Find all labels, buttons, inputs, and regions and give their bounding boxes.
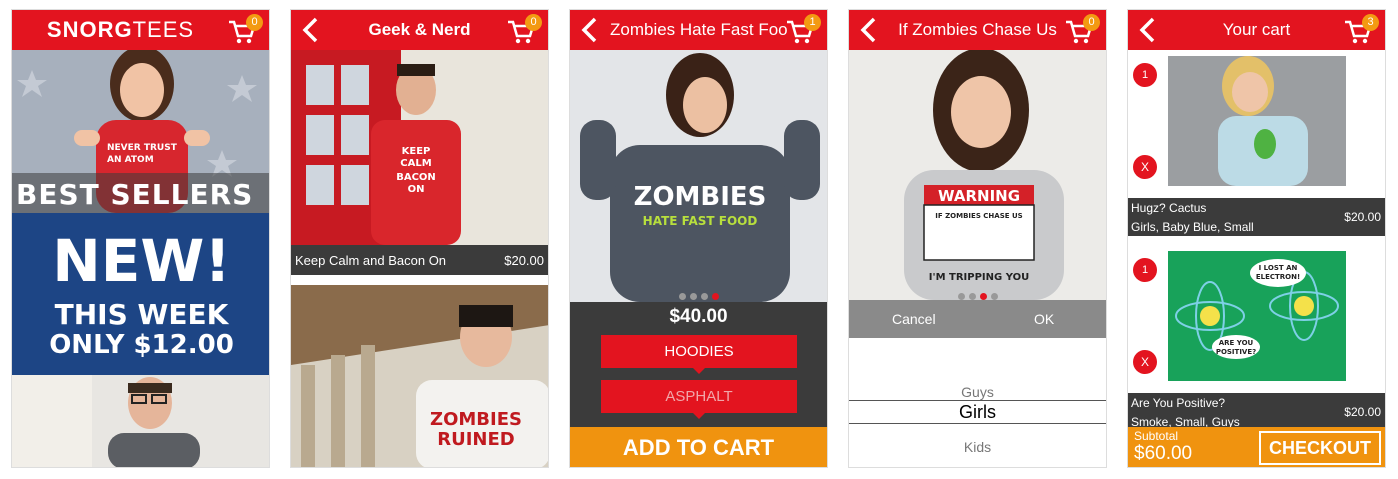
carousel-dot[interactable]	[689, 293, 697, 300]
carousel-dot[interactable]	[990, 293, 998, 300]
picker-toolbar: Cancel OK	[849, 300, 1106, 338]
promo-price: ONLY $12.00	[49, 330, 234, 360]
carousel-dot[interactable]	[968, 293, 976, 300]
cart-item-photo: I LOST AN ELECTRON! ARE YOU POSITIVE?	[1168, 251, 1346, 381]
size-type-picker[interactable]: Guys Girls Kids	[849, 338, 1106, 467]
cart-count-badge: 0	[246, 14, 263, 31]
snorgtees-logo[interactable]: SNORGTEES	[12, 10, 229, 50]
svg-text:ZOMBIES: ZOMBIES	[634, 182, 767, 212]
quantity-badge[interactable]: 1	[1133, 258, 1157, 282]
promo-subline: THIS WEEK	[54, 298, 229, 331]
picker-option[interactable]: Guys	[849, 384, 1106, 400]
checkout-button[interactable]: CHECKOUT	[1259, 431, 1381, 465]
cancel-button[interactable]: Cancel	[892, 311, 936, 327]
svg-text:RUINED: RUINED	[437, 429, 514, 450]
cart-count-badge: 0	[1083, 14, 1100, 31]
product-price: $20.00	[504, 253, 544, 268]
cart-button[interactable]: 3	[1343, 14, 1379, 46]
quantity-badge[interactable]: 1	[1133, 63, 1157, 87]
subtotal-label: Subtotal	[1134, 429, 1179, 443]
product-photo[interactable]: KEEP CALM BACON ON	[291, 50, 548, 245]
cart-button[interactable]: 0	[227, 14, 263, 46]
cart-item-caption: Are You Positive? Smoke, Small, Guys $20…	[1128, 393, 1385, 431]
new-this-week-banner[interactable]: NEW! THIS WEEK ONLY $12.00	[12, 213, 269, 375]
product-caption[interactable]: Keep Calm and Bacon On $20.00	[291, 245, 548, 275]
product-image-carousel[interactable]: WARNING IF ZOMBIES CHASE US I'M TRIPPING…	[849, 50, 1106, 300]
remove-item-button[interactable]: X	[1133, 155, 1157, 179]
style-selector[interactable]: HOODIES	[601, 335, 797, 374]
carousel-dot[interactable]	[957, 293, 965, 300]
cart-item-detail: Girls, Baby Blue, Small	[1131, 220, 1254, 234]
carousel-dot[interactable]	[711, 293, 719, 300]
svg-text:ARE YOU: ARE YOU	[1219, 339, 1254, 347]
app-header: Geek & Nerd 0	[291, 10, 548, 50]
carousel-dot[interactable]	[700, 293, 708, 300]
screen-product-detail: Zombies Hate Fast Food 1 ZOMBIES HATE FA…	[569, 9, 828, 468]
screen-option-picker: If Zombies Chase Us 0 WARNING IF ZOMBIES…	[848, 9, 1107, 468]
page-title: Geek & Nerd	[368, 20, 471, 39]
svg-text:NEVER TRUST: NEVER TRUST	[107, 143, 178, 153]
back-icon[interactable]	[857, 16, 883, 44]
product-price: $40.00	[669, 306, 728, 327]
remove-item-button[interactable]: X	[1133, 350, 1157, 374]
svg-text:KEEP: KEEP	[402, 146, 431, 157]
page-title: Zombies Hate Fast Food	[610, 20, 787, 39]
featured-photo[interactable]	[12, 375, 269, 467]
cart-item-caption: Hugz? Cactus Girls, Baby Blue, Small $20…	[1128, 198, 1385, 236]
cart-item: 1 X I LOST AN ELECTRON! ARE YOU POSITIVE…	[1128, 238, 1385, 431]
svg-text:CALM: CALM	[400, 158, 431, 169]
back-icon[interactable]	[578, 16, 604, 44]
product-image-carousel[interactable]: ZOMBIES HATE FAST FOOD	[570, 50, 827, 302]
picker-option-selected[interactable]: Girls	[849, 400, 1106, 424]
cart-item-price: $20.00	[1344, 405, 1381, 419]
cart-count-badge: 1	[804, 14, 821, 31]
screen-home: SNORGTEES 0 NEVER TRUST AN ATOM BEST SEL…	[11, 9, 270, 468]
svg-text:I'M TRIPPING YOU: I'M TRIPPING YOU	[929, 272, 1029, 283]
svg-text:ELECTRON!: ELECTRON!	[1256, 273, 1300, 281]
back-icon[interactable]	[299, 16, 325, 44]
cart-button[interactable]: 0	[506, 14, 542, 46]
add-to-cart-button[interactable]: ADD TO CART	[570, 427, 827, 467]
cart-count-badge: 3	[1362, 14, 1379, 31]
svg-text:IF ZOMBIES CHASE US: IF ZOMBIES CHASE US	[935, 212, 1022, 220]
svg-text:ON: ON	[408, 184, 425, 195]
product-name: Keep Calm and Bacon On	[295, 253, 447, 268]
cart-item-name: Hugz? Cactus	[1131, 201, 1207, 215]
app-header: Zombies Hate Fast Food 1	[570, 10, 827, 50]
svg-text:POSITIVE?: POSITIVE?	[1216, 348, 1256, 356]
page-title: Your cart	[1222, 20, 1291, 39]
svg-text:I LOST AN: I LOST AN	[1259, 264, 1298, 272]
subtotal-value: $60.00	[1134, 443, 1193, 464]
screen-cart: Your cart 3 1 X Hugz? Cactus Girls, Baby…	[1127, 9, 1386, 468]
svg-text:AN ATOM: AN ATOM	[107, 155, 154, 165]
color-selector[interactable]: ASPHALT	[601, 380, 797, 419]
purchase-panel: $40.00 HOODIES ASPHALT	[570, 302, 827, 427]
app-header: SNORGTEES 0	[12, 10, 269, 50]
ok-button[interactable]: OK	[1034, 311, 1054, 327]
checkout-bar: Subtotal $60.00 CHECKOUT	[1128, 427, 1385, 467]
svg-text:HATE FAST FOOD: HATE FAST FOOD	[643, 214, 758, 228]
carousel-dot[interactable]	[678, 293, 686, 300]
cart-button[interactable]: 1	[785, 14, 821, 46]
carousel-dot[interactable]	[979, 293, 987, 300]
promo-headline: NEW!	[52, 227, 231, 295]
app-header: Your cart 3	[1128, 10, 1385, 50]
screen-category: Geek & Nerd 0 KEEP CALM BACON ON Keep Ca…	[290, 9, 549, 468]
cart-item-name: Are You Positive?	[1131, 396, 1226, 410]
cart-item: 1 X Hugz? Cactus Girls, Baby Blue, Small…	[1128, 50, 1385, 236]
picker-option[interactable]: Kids	[849, 439, 1106, 455]
cart-item-price: $20.00	[1344, 210, 1381, 224]
back-icon[interactable]	[1136, 16, 1162, 44]
page-title: If Zombies Chase Us	[898, 20, 1057, 39]
app-header: If Zombies Chase Us 0	[849, 10, 1106, 50]
cart-button[interactable]: 0	[1064, 14, 1100, 46]
best-sellers-banner[interactable]: BEST SELLERS	[12, 173, 269, 213]
cart-item-photo	[1168, 56, 1346, 186]
svg-text:ZOMBIES: ZOMBIES	[430, 409, 522, 430]
product-photo[interactable]: ZOMBIES RUINED	[291, 285, 548, 467]
svg-text:BACON: BACON	[396, 172, 436, 183]
cart-count-badge: 0	[525, 14, 542, 31]
svg-text:WARNING: WARNING	[938, 187, 1020, 205]
